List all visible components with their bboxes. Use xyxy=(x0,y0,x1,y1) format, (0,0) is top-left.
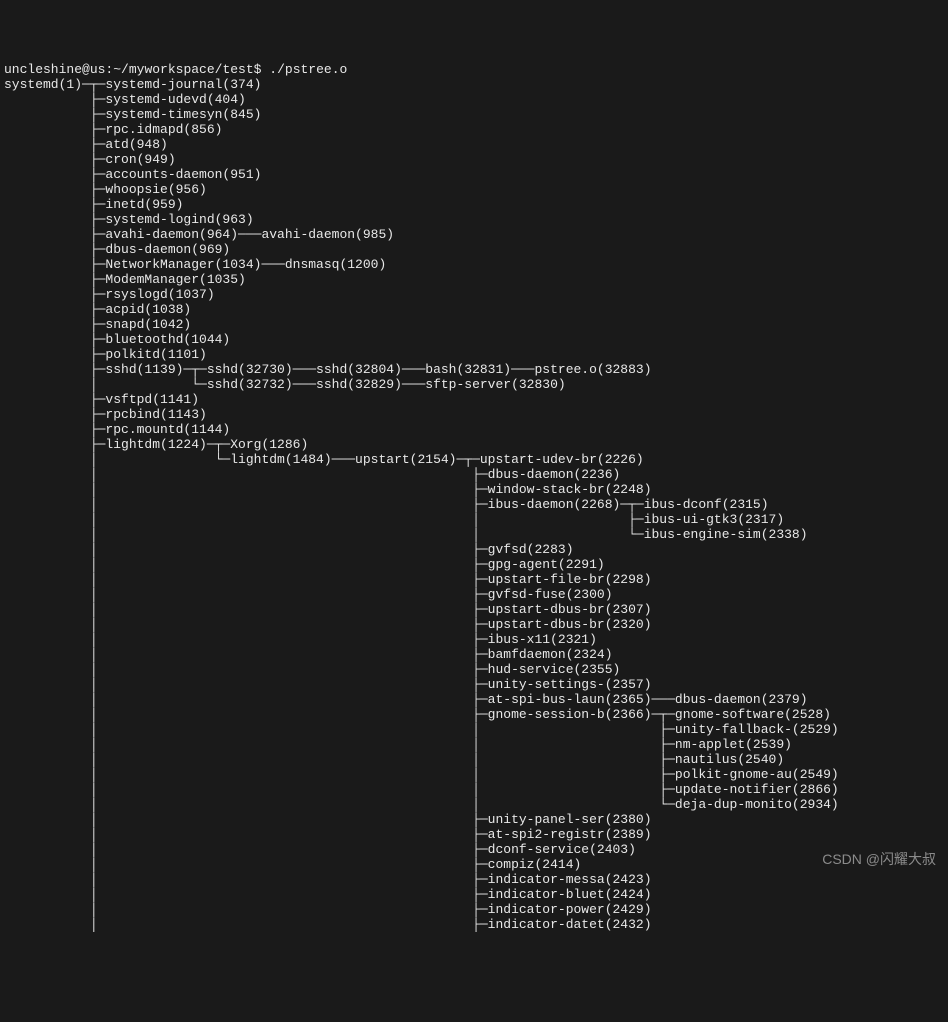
prompt-symbol: $ xyxy=(254,62,262,77)
prompt-path: ~/myworkspace/test xyxy=(113,62,253,77)
pstree-output: systemd(1)─┬─systemd-journal(374) ├─syst… xyxy=(4,77,944,932)
watermark: CSDN @闪耀大叔 xyxy=(822,852,936,867)
prompt-user: uncleshine@us xyxy=(4,62,105,77)
prompt-command[interactable]: ./pstree.o xyxy=(269,62,347,77)
